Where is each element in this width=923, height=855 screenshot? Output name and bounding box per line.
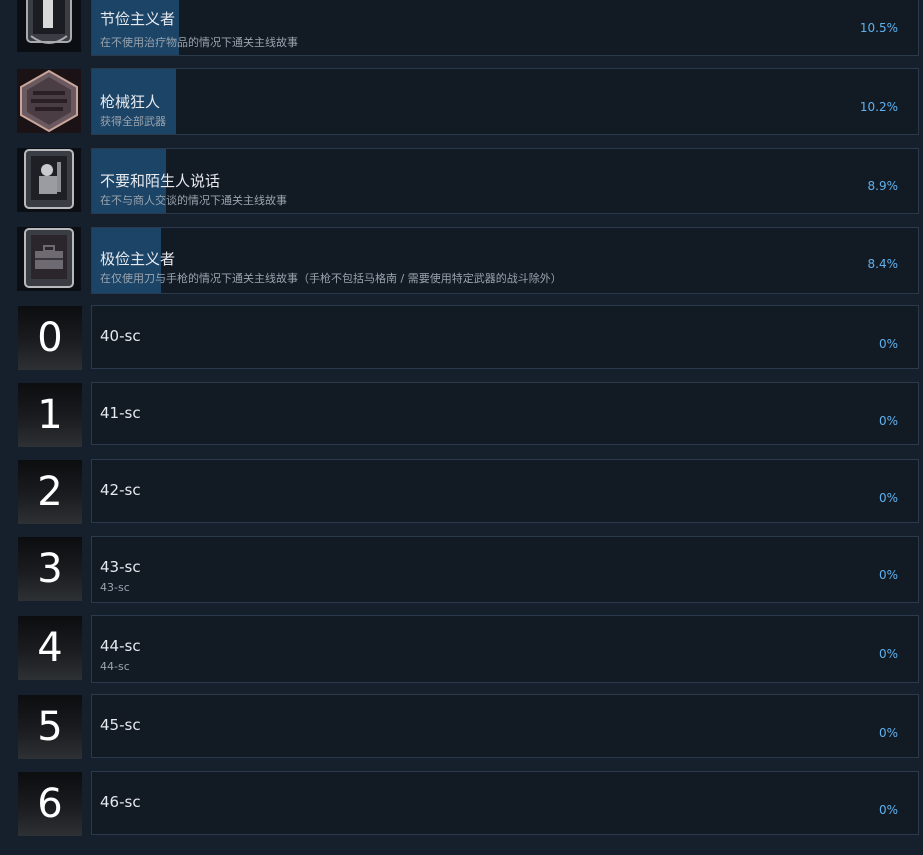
achievement-title: 44-sc	[100, 637, 141, 655]
achievement-card[interactable]: 46-sc 0%	[91, 771, 919, 835]
number-icon: 0	[18, 306, 82, 370]
unlock-percent: 0%	[878, 491, 898, 505]
achievement-list: 节俭主义者 在不使用治疗物品的情况下通关主线故事 10.5% 枪械狂人 获得全部…	[0, 0, 923, 855]
number-icon: 4	[18, 616, 82, 680]
achievement-title: 45-sc	[100, 716, 141, 734]
achievement-card[interactable]: 极俭主义者 在仅使用刀与手枪的情况下通关主线故事（手枪不包括马格南 / 需要使用…	[91, 227, 919, 294]
achievement-title: 40-sc	[100, 327, 141, 345]
unlock-percent: 0%	[878, 803, 898, 817]
achievement-title: 42-sc	[100, 481, 141, 499]
unlock-percent: 0%	[878, 726, 898, 740]
merchant-frame-icon	[17, 148, 81, 212]
guns-hexagon-icon	[17, 69, 81, 133]
achievement-desc: 44-sc	[100, 660, 130, 673]
number-icon: 1	[18, 383, 82, 447]
achievement-row: 5 45-sc 0%	[0, 694, 923, 759]
achievement-row: 节俭主义者 在不使用治疗物品的情况下通关主线故事 10.5%	[0, 0, 923, 56]
achievement-row: 4 44-sc 44-sc 0%	[0, 615, 923, 683]
unlock-percent: 10.5%	[859, 21, 898, 35]
achievement-row: 枪械狂人 获得全部武器 10.2%	[0, 68, 923, 135]
briefcase-frame-icon	[17, 227, 81, 291]
achievement-card[interactable]: 45-sc 0%	[91, 694, 919, 758]
achievement-row: 2 42-sc 0%	[0, 459, 923, 524]
achievement-card[interactable]: 43-sc 43-sc 0%	[91, 536, 919, 603]
unlock-percent: 10.2%	[859, 100, 898, 114]
unlock-percent: 8.9%	[867, 179, 899, 193]
achievement-card[interactable]: 42-sc 0%	[91, 459, 919, 523]
achievement-card[interactable]: 40-sc 0%	[91, 305, 919, 369]
achievement-row: 6 46-sc 0%	[0, 771, 923, 836]
achievement-row: 极俭主义者 在仅使用刀与手枪的情况下通关主线故事（手枪不包括马格南 / 需要使用…	[0, 227, 923, 294]
achievement-row: 不要和陌生人说话 在不与商人交谈的情况下通关主线故事 8.9%	[0, 148, 923, 214]
achievement-card[interactable]: 节俭主义者 在不使用治疗物品的情况下通关主线故事 10.5%	[91, 0, 919, 56]
unlock-percent: 0%	[878, 337, 898, 351]
achievement-desc: 在仅使用刀与手枪的情况下通关主线故事（手枪不包括马格南 / 需要使用特定武器的战…	[100, 272, 562, 285]
number-icon: 2	[18, 460, 82, 524]
unlock-percent: 0%	[878, 568, 898, 582]
achievement-desc: 在不使用治疗物品的情况下通关主线故事	[100, 36, 298, 49]
achievement-card[interactable]: 不要和陌生人说话 在不与商人交谈的情况下通关主线故事 8.9%	[91, 148, 919, 214]
achievement-title: 极俭主义者	[100, 250, 176, 268]
number-icon: 5	[18, 695, 82, 759]
number-icon: 6	[18, 772, 82, 836]
unlock-percent: 8.4%	[867, 257, 899, 271]
achievement-title: 41-sc	[100, 404, 141, 422]
unlock-percent: 0%	[878, 647, 898, 661]
achievement-desc: 43-sc	[100, 581, 130, 594]
achievement-title: 43-sc	[100, 558, 141, 576]
number-icon: 3	[18, 537, 82, 601]
achievement-card[interactable]: 44-sc 44-sc 0%	[91, 615, 919, 683]
achievement-card[interactable]: 枪械狂人 获得全部武器 10.2%	[91, 68, 919, 135]
achievement-title: 46-sc	[100, 793, 141, 811]
achievement-desc: 获得全部武器	[100, 115, 166, 128]
medal-frame-icon	[17, 0, 81, 52]
achievement-row: 3 43-sc 43-sc 0%	[0, 536, 923, 603]
achievement-title: 枪械狂人	[100, 93, 161, 111]
achievement-card[interactable]: 41-sc 0%	[91, 382, 919, 445]
achievement-title: 不要和陌生人说话	[100, 172, 221, 190]
unlock-percent: 0%	[878, 414, 898, 428]
achievement-row: 1 41-sc 0%	[0, 382, 923, 447]
achievement-desc: 在不与商人交谈的情况下通关主线故事	[100, 194, 287, 207]
achievement-row: 0 40-sc 0%	[0, 305, 923, 370]
achievement-title: 节俭主义者	[100, 10, 176, 28]
